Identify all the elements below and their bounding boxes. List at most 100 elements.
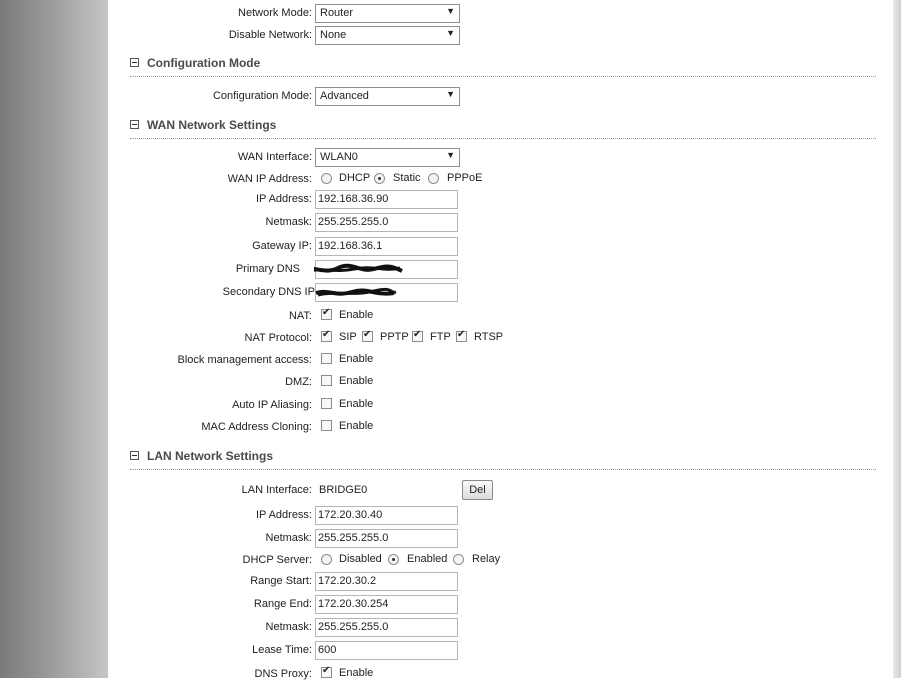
network-mode-value: Router xyxy=(320,7,354,19)
lan-section-header[interactable]: LAN Network Settings xyxy=(130,449,876,470)
section-title: WAN Network Settings xyxy=(147,118,277,132)
mac-clone-checkbox[interactable] xyxy=(321,420,332,431)
disabled-radio[interactable] xyxy=(321,554,332,565)
block-mgmt-checkbox[interactable] xyxy=(321,353,332,364)
dhcp-radio[interactable] xyxy=(321,173,332,184)
range-start-input[interactable]: 172.20.30.2 xyxy=(315,572,458,591)
dhcp-server-row: DHCP Server: Disabled Enabled Relay xyxy=(108,551,893,571)
primary-dns-row: Primary DNS xyxy=(108,260,893,280)
range-start-row: Range Start: 172.20.30.2 xyxy=(108,572,893,592)
pppoe-option-label: PPPoE xyxy=(447,172,483,184)
range-end-value: 172.20.30.254 xyxy=(318,598,389,610)
enabled-radio[interactable] xyxy=(388,554,399,565)
lease-time-row: Lease Time: 600 xyxy=(108,641,893,661)
dns-proxy-row: DNS Proxy: Enable xyxy=(108,665,893,685)
collapse-icon[interactable] xyxy=(130,58,139,67)
right-edge xyxy=(893,0,901,678)
wan-netmask-label: Netmask: xyxy=(265,216,312,228)
pppoe-radio[interactable] xyxy=(428,173,439,184)
lan-netmask2-row: Netmask: 255.255.255.0 xyxy=(108,618,893,638)
wan-section-header[interactable]: WAN Network Settings xyxy=(130,118,876,139)
wan-interface-select[interactable]: WLAN0 ▼ xyxy=(315,148,460,167)
secondary-dns-input[interactable] xyxy=(315,283,458,302)
gateway-value: 192.168.36.1 xyxy=(318,240,383,252)
sip-checkbox[interactable] xyxy=(321,329,332,342)
chevron-down-icon: ▼ xyxy=(446,89,455,99)
lan-netmask2-input[interactable]: 255.255.255.0 xyxy=(315,618,458,637)
mac-clone-label: MAC Address Cloning: xyxy=(201,421,312,433)
wan-netmask-value: 255.255.255.0 xyxy=(318,216,389,228)
nat-protocol-row: NAT Protocol: SIP PPTP FTP RTSP xyxy=(108,329,893,349)
dmz-checkbox[interactable] xyxy=(321,375,332,386)
enabled-option-label: Enabled xyxy=(407,553,448,565)
secondary-dns-label: Secondary DNS IP: xyxy=(222,286,318,298)
dmz-row: DMZ: Enable xyxy=(108,373,893,393)
wan-ip-row: IP Address: 192.168.36.90 xyxy=(108,190,893,210)
network-mode-row: Network Mode: Router ▼ xyxy=(108,4,893,24)
lan-ip-row: IP Address: 172.20.30.40 xyxy=(108,506,893,526)
disable-network-value: None xyxy=(320,29,347,41)
gateway-row: Gateway IP: 192.168.36.1 xyxy=(108,237,893,257)
lan-ip-label: IP Address: xyxy=(255,509,312,521)
static-radio[interactable] xyxy=(374,173,385,184)
nat-checkbox[interactable] xyxy=(321,307,332,320)
wan-interface-row: WAN Interface: WLAN0 ▼ xyxy=(108,148,893,168)
dmz-label: DMZ: xyxy=(285,376,312,388)
nat-enable-label: Enable xyxy=(339,309,374,321)
disabled-option-label: Disabled xyxy=(339,553,382,565)
configuration-mode-label: Configuration Mode: xyxy=(212,90,312,102)
dns-proxy-checkbox[interactable] xyxy=(321,665,332,678)
relay-radio[interactable] xyxy=(453,554,464,565)
lan-interface-row: LAN Interface: BRIDGE0 Del xyxy=(108,480,893,503)
lan-netmask-row: Netmask: 255.255.255.0 xyxy=(108,529,893,549)
lan-netmask-value: 255.255.255.0 xyxy=(318,532,389,544)
static-option-label: Static xyxy=(393,172,421,184)
section-title: Configuration Mode xyxy=(147,56,261,70)
block-mgmt-enable-label: Enable xyxy=(339,353,374,365)
configuration-mode-section-header[interactable]: Configuration Mode xyxy=(130,56,876,77)
primary-dns-label: Primary DNS xyxy=(235,263,300,275)
wan-ip-input[interactable]: 192.168.36.90 xyxy=(315,190,458,209)
lan-netmask-input[interactable]: 255.255.255.0 xyxy=(315,529,458,548)
configuration-mode-select[interactable]: Advanced ▼ xyxy=(315,87,460,106)
sip-label: SIP xyxy=(339,331,357,343)
lan-netmask-label: Netmask: xyxy=(265,532,312,544)
auto-ip-checkbox[interactable] xyxy=(321,398,332,409)
lease-time-label: Lease Time: xyxy=(252,644,312,656)
wan-ip-mode-label: WAN IP Address: xyxy=(227,173,312,185)
collapse-icon[interactable] xyxy=(130,451,139,460)
configuration-mode-value: Advanced xyxy=(320,90,369,102)
nat-row: NAT: Enable xyxy=(108,307,893,327)
configuration-mode-row: Configuration Mode: Advanced ▼ xyxy=(108,87,893,107)
disable-network-select[interactable]: None ▼ xyxy=(315,26,460,45)
rtsp-checkbox[interactable] xyxy=(456,329,467,342)
pptp-checkbox[interactable] xyxy=(362,329,373,342)
secondary-dns-row: Secondary DNS IP: xyxy=(108,283,893,303)
chevron-down-icon: ▼ xyxy=(446,150,455,160)
gateway-input[interactable]: 192.168.36.1 xyxy=(315,237,458,256)
mac-clone-row: MAC Address Cloning: Enable xyxy=(108,418,893,438)
lan-netmask2-value: 255.255.255.0 xyxy=(318,621,389,633)
del-button[interactable]: Del xyxy=(462,480,493,500)
wan-ip-value: 192.168.36.90 xyxy=(318,193,389,205)
wan-interface-label: WAN Interface: xyxy=(237,151,312,163)
settings-form: Network Mode: Router ▼ Disable Network: … xyxy=(108,0,893,680)
lease-time-input[interactable]: 600 xyxy=(315,641,458,660)
ftp-checkbox[interactable] xyxy=(412,329,423,342)
lan-ip-input[interactable]: 172.20.30.40 xyxy=(315,506,458,525)
range-end-input[interactable]: 172.20.30.254 xyxy=(315,595,458,614)
range-end-label: Range End: xyxy=(253,598,312,610)
nat-label: NAT: xyxy=(288,310,312,322)
lan-ip-value: 172.20.30.40 xyxy=(318,509,383,521)
network-mode-select[interactable]: Router ▼ xyxy=(315,4,460,23)
chevron-down-icon: ▼ xyxy=(446,6,455,16)
wan-netmask-row: Netmask: 255.255.255.0 xyxy=(108,213,893,233)
redacted-scribble xyxy=(315,287,397,297)
block-mgmt-row: Block management access: Enable xyxy=(108,351,893,371)
collapse-icon[interactable] xyxy=(130,120,139,129)
disable-network-row: Disable Network: None ▼ xyxy=(108,26,893,46)
primary-dns-input[interactable] xyxy=(314,260,458,279)
wan-netmask-input[interactable]: 255.255.255.0 xyxy=(315,213,458,232)
chevron-down-icon: ▼ xyxy=(446,28,455,38)
pptp-label: PPTP xyxy=(380,331,409,343)
